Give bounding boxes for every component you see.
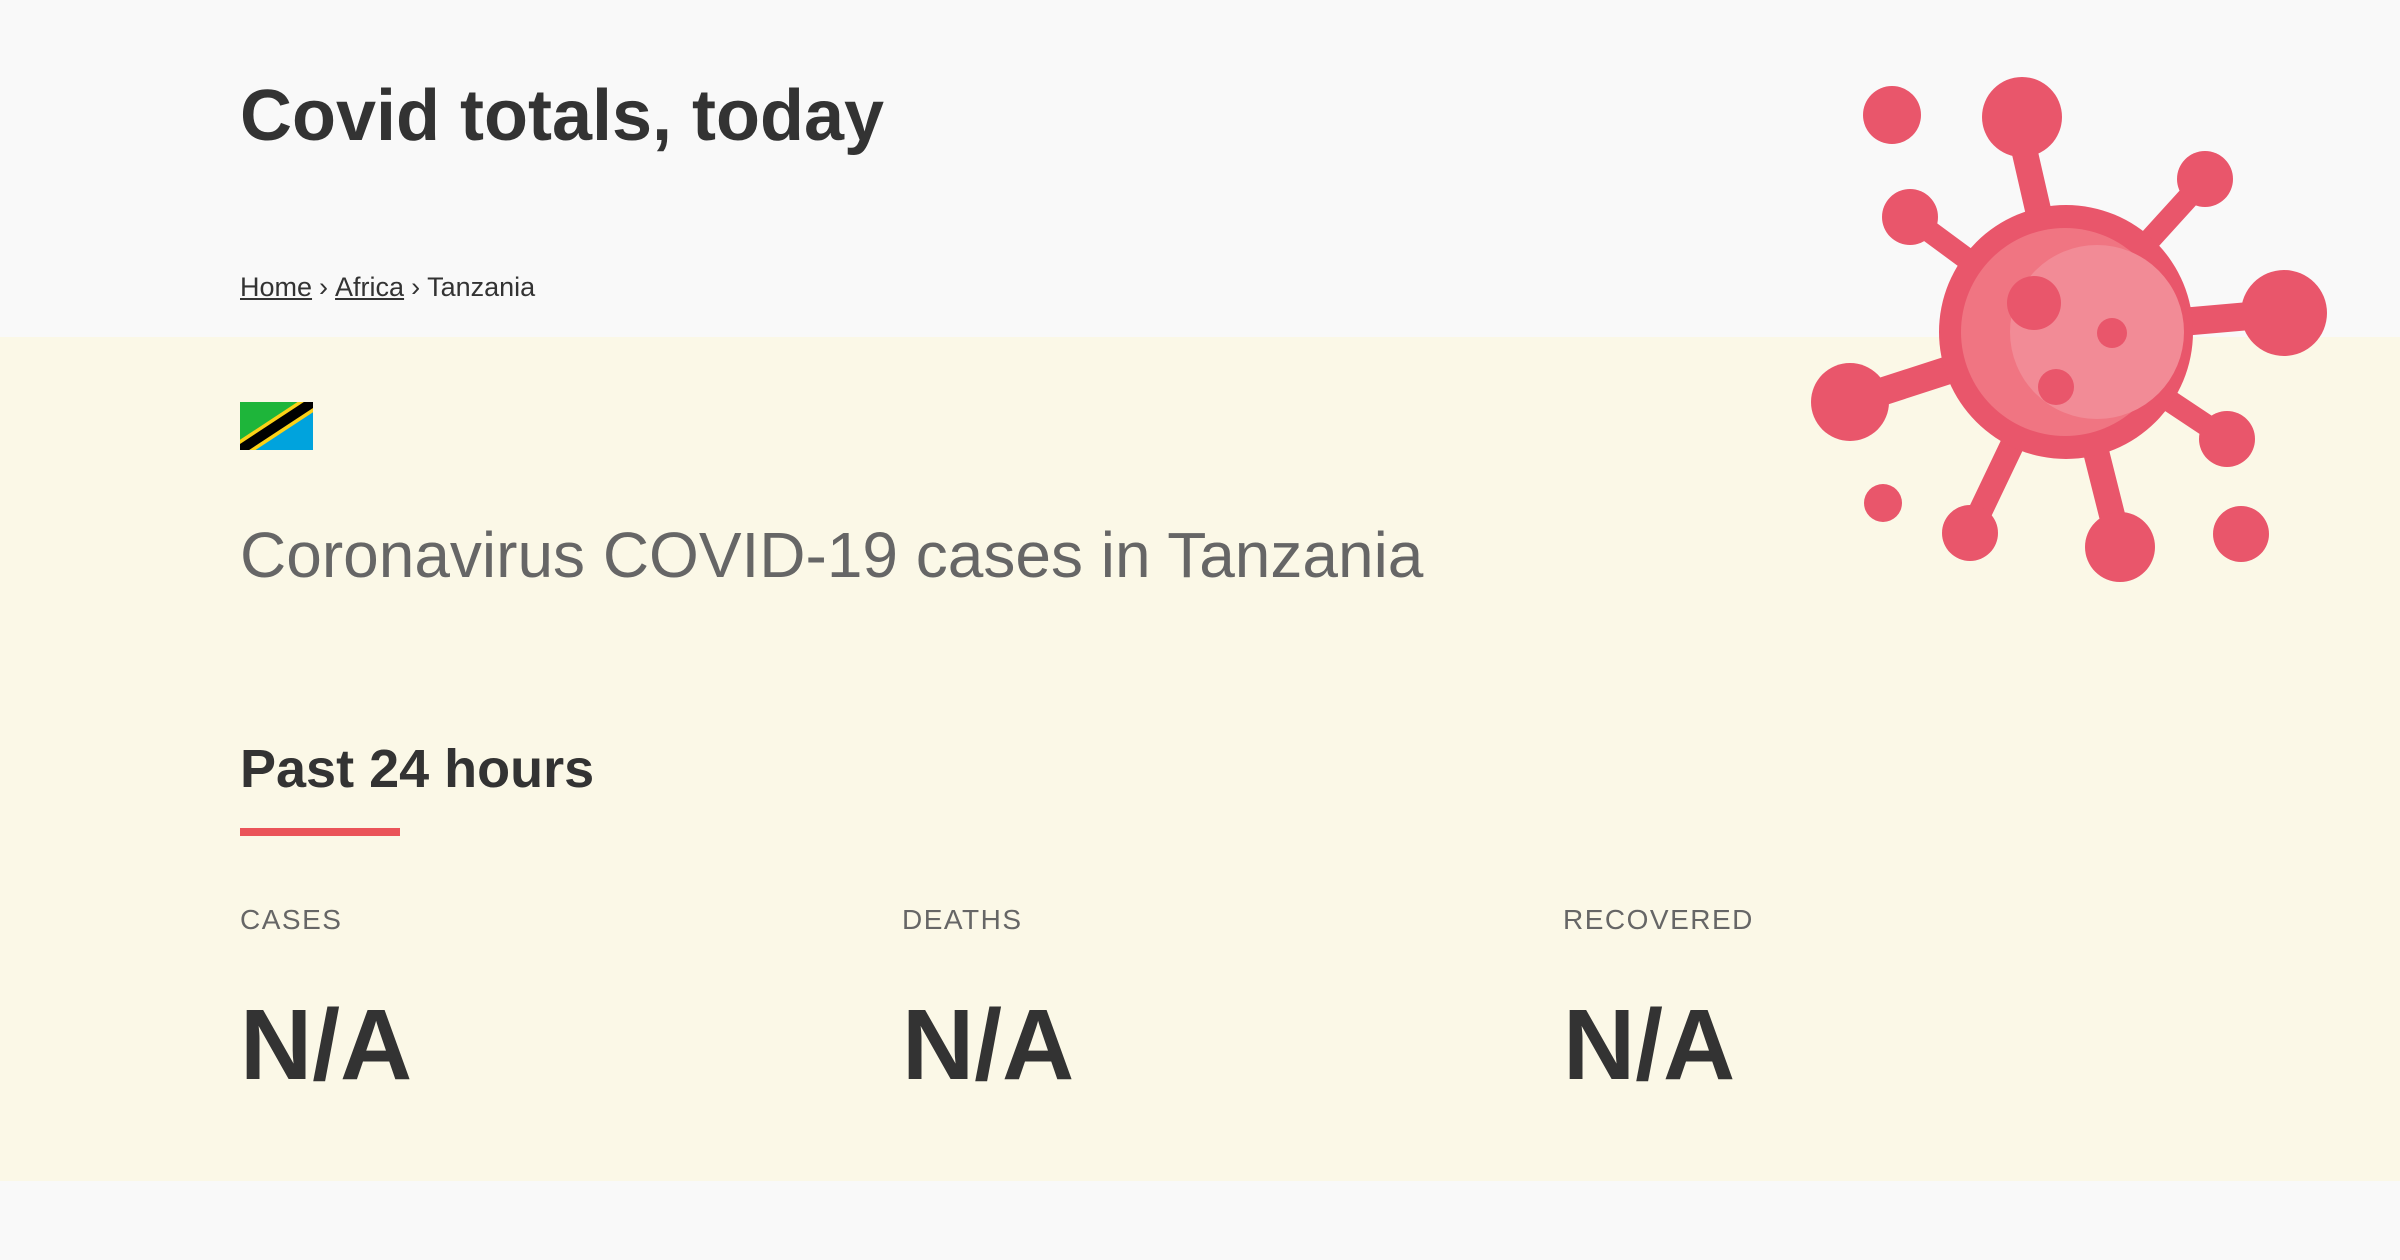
- virus-icon: [1811, 77, 2327, 582]
- country-heading: Coronavirus COVID-19 cases in Tanzania: [240, 519, 1424, 591]
- breadcrumb-separator: ›: [319, 272, 329, 302]
- stat-value-deaths: N/A: [902, 989, 1075, 1101]
- stat-label-deaths: DEATHS: [902, 904, 1023, 935]
- breadcrumb: Home › Africa › Tanzania: [240, 270, 535, 304]
- stat-label-cases: CASES: [240, 904, 343, 935]
- breadcrumb-link-africa[interactable]: Africa: [335, 272, 404, 302]
- section-title: Past 24 hours: [240, 739, 595, 799]
- stat-label-recovered: RECOVERED: [1563, 904, 1754, 935]
- stat-recovered: RECOVERED N/A: [1563, 902, 2123, 1100]
- stat-deaths: DEATHS N/A: [902, 902, 1462, 1100]
- stat-cases: CASES N/A: [240, 902, 800, 1100]
- breadcrumb-current: Tanzania: [427, 272, 536, 302]
- breadcrumb-link-home[interactable]: Home: [240, 272, 312, 302]
- section-underline: [240, 828, 400, 836]
- breadcrumb-separator: ›: [411, 272, 421, 302]
- stat-value-recovered: N/A: [1563, 989, 1736, 1101]
- site-title[interactable]: Covid totals, today: [240, 72, 884, 160]
- tanzania-flag-icon: [240, 402, 313, 450]
- stat-value-cases: N/A: [240, 989, 413, 1101]
